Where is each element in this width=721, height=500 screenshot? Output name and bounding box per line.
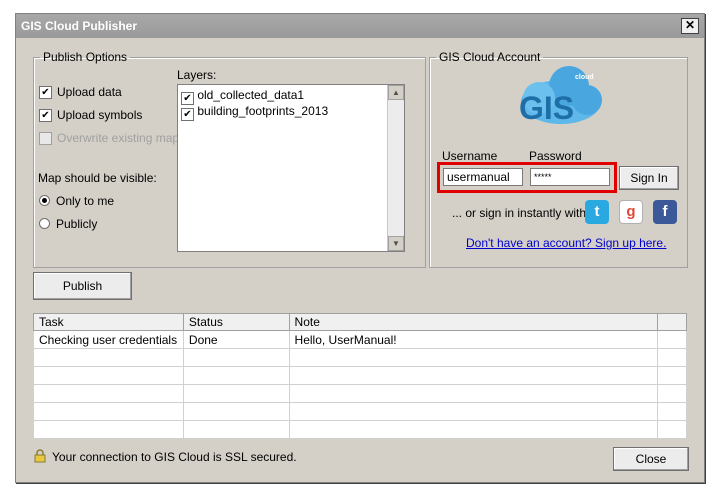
scroll-down-icon[interactable]: ▼ bbox=[388, 236, 404, 251]
column-header-spacer bbox=[656, 313, 688, 331]
overwrite-map-label: Overwrite existing map bbox=[57, 131, 180, 145]
window-title: GIS Cloud Publisher bbox=[21, 19, 138, 33]
publish-options-legend: Publish Options bbox=[43, 50, 128, 64]
publish-button[interactable]: Publish bbox=[33, 272, 132, 300]
empty-cell bbox=[656, 330, 688, 349]
password-input[interactable] bbox=[530, 168, 610, 186]
username-label: Username bbox=[442, 149, 498, 163]
visibility-label: Map should be visible: bbox=[38, 171, 157, 185]
gis-cloud-logo: GIS cloud bbox=[509, 62, 609, 137]
gis-cloud-publisher-window: GIS Cloud Publisher ✕ Publish Options ✔ … bbox=[15, 13, 705, 483]
layers-list[interactable]: ✔ old_collected_data1 ✔ building_footpri… bbox=[177, 84, 405, 252]
logo-text: GIS bbox=[519, 90, 575, 126]
column-header-note[interactable]: Note bbox=[288, 313, 658, 331]
visibility-only-me-radio[interactable] bbox=[39, 195, 50, 206]
logo-small-text: cloud bbox=[575, 74, 594, 81]
scroll-up-icon[interactable]: ▲ bbox=[388, 85, 404, 100]
upload-symbols-label: Upload symbols bbox=[57, 108, 143, 122]
twitter-icon[interactable]: t bbox=[585, 200, 609, 224]
layer-item[interactable]: ✔ building_footprints_2013 bbox=[181, 104, 328, 121]
facebook-icon[interactable]: f bbox=[653, 200, 677, 224]
table-row bbox=[33, 420, 688, 439]
layer-checkbox[interactable]: ✔ bbox=[181, 108, 194, 121]
google-icon[interactable]: g bbox=[619, 200, 643, 224]
table-header-row: Task Status Note bbox=[33, 313, 688, 331]
social-sign-in-text: ... or sign in instantly with bbox=[452, 206, 587, 220]
task-cell: Checking user credentials bbox=[33, 330, 184, 349]
signup-link[interactable]: Don't have an account? Sign up here. bbox=[466, 236, 666, 250]
close-icon[interactable]: ✕ bbox=[681, 18, 699, 34]
title-bar[interactable]: GIS Cloud Publisher ✕ bbox=[16, 14, 704, 38]
visibility-only-me-label: Only to me bbox=[56, 194, 115, 208]
task-table: Task Status Note Checking user credentia… bbox=[33, 313, 688, 439]
table-row bbox=[33, 402, 688, 421]
username-input[interactable] bbox=[443, 168, 523, 186]
upload-data-label: Upload data bbox=[57, 85, 122, 99]
column-header-task[interactable]: Task bbox=[33, 313, 184, 331]
visibility-publicly-label: Publicly bbox=[56, 217, 98, 231]
table-row bbox=[33, 384, 688, 403]
layers-scrollbar[interactable]: ▲ ▼ bbox=[387, 85, 404, 251]
column-header-status[interactable]: Status bbox=[182, 313, 290, 331]
upload-data-checkbox[interactable]: ✔ bbox=[39, 86, 52, 99]
lock-icon bbox=[34, 449, 46, 463]
upload-symbols-checkbox[interactable]: ✔ bbox=[39, 109, 52, 122]
layer-item[interactable]: ✔ old_collected_data1 bbox=[181, 88, 304, 105]
status-cell: Done bbox=[182, 330, 290, 349]
layer-name: building_footprints_2013 bbox=[197, 104, 329, 118]
table-row bbox=[33, 366, 688, 385]
layers-label: Layers: bbox=[177, 68, 217, 82]
note-cell: Hello, UserManual! bbox=[288, 330, 658, 349]
layer-name: old_collected_data1 bbox=[197, 88, 305, 102]
table-row[interactable]: Checking user credentials Done Hello, Us… bbox=[33, 330, 688, 349]
ssl-status-text: Your connection to GIS Cloud is SSL secu… bbox=[52, 450, 297, 464]
overwrite-map-checkbox[interactable] bbox=[39, 132, 52, 145]
close-button[interactable]: Close bbox=[613, 447, 689, 471]
password-label: Password bbox=[529, 149, 582, 163]
sign-in-button[interactable]: Sign In bbox=[619, 166, 679, 190]
table-row bbox=[33, 348, 688, 367]
visibility-publicly-radio[interactable] bbox=[39, 218, 50, 229]
